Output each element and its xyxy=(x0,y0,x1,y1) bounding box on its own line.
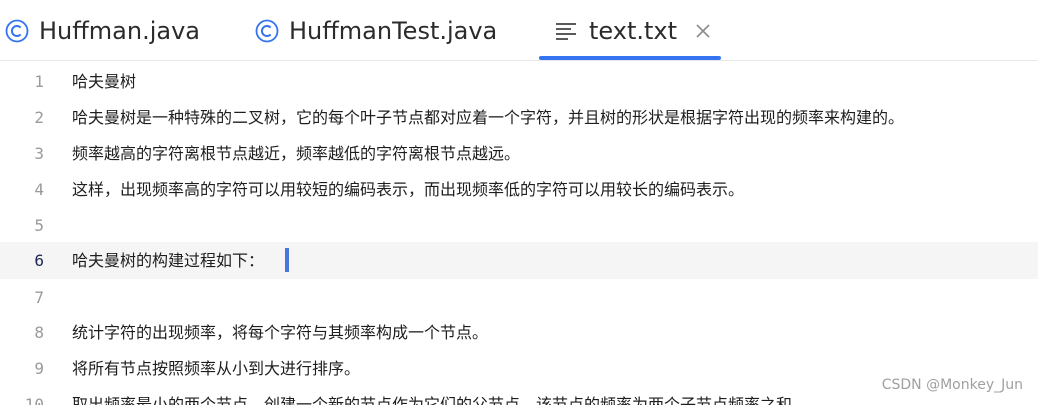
line-number: 5 xyxy=(34,216,44,235)
line-number: 7 xyxy=(34,288,44,307)
tab-label: Huffman.java xyxy=(39,16,201,45)
active-tab-indicator xyxy=(539,56,721,60)
text-editor[interactable]: 1 哈夫曼树 2 哈夫曼树是一种特殊的二叉树，它的每个叶子节点都对应着一个字符，… xyxy=(0,61,1038,405)
java-class-icon xyxy=(5,19,29,43)
line-number: 2 xyxy=(34,108,44,127)
line-text: 取出频率最小的两个节点，创建一个新的节点作为它们的父节点，该节点的频率为两个子节… xyxy=(72,395,809,405)
line-text: 哈夫曼树是一种特殊的二叉树，它的每个叶子节点都对应着一个字符，并且树的形状是根据… xyxy=(72,108,905,127)
text-caret xyxy=(285,248,289,272)
line-number: 3 xyxy=(34,144,44,163)
editor-line: 3 频率越高的字符离根节点越近，频率越低的字符离根节点越远。 xyxy=(0,135,1038,172)
line-text: 哈夫曼树的构建过程如下： xyxy=(72,251,265,270)
tab-text-txt[interactable]: text.txt xyxy=(555,0,711,61)
line-number: 1 xyxy=(34,72,44,91)
editor-line: 2 哈夫曼树是一种特殊的二叉树，它的每个叶子节点都对应着一个字符，并且树的形状是… xyxy=(0,99,1038,136)
editor-line: 4 这样，出现频率高的字符可以用较短的编码表示，而出现频率低的字符可以用较长的编… xyxy=(0,171,1038,208)
line-text: 哈夫曼树 xyxy=(72,72,137,91)
line-text: 这样，出现频率高的字符可以用较短的编码表示，而出现频率低的字符可以用较长的编码表… xyxy=(72,180,745,199)
editor-line: 7 xyxy=(0,279,1038,316)
editor-line: 1 哈夫曼树 xyxy=(0,63,1038,100)
watermark: CSDN @Monkey_Jun xyxy=(881,377,1023,393)
line-number: 10 xyxy=(24,395,44,405)
line-number: 9 xyxy=(34,359,44,378)
editor-line: 8 统计字符的出现频率，将每个字符与其频率构成一个节点。 xyxy=(0,314,1038,351)
line-text: 频率越高的字符离根节点越近，频率越低的字符离根节点越远。 xyxy=(72,144,521,163)
close-icon[interactable] xyxy=(695,23,711,39)
text-file-icon xyxy=(555,20,577,42)
line-number: 6 xyxy=(34,251,44,270)
line-text: 统计字符的出现频率，将每个字符与其频率构成一个节点。 xyxy=(72,323,489,342)
java-class-icon xyxy=(255,19,279,43)
tab-label: text.txt xyxy=(589,16,678,45)
tab-huffmantest-java[interactable]: HuffmanTest.java xyxy=(255,0,497,61)
line-number: 8 xyxy=(34,323,44,342)
tab-label: HuffmanTest.java xyxy=(289,16,498,45)
editor-tab-bar: Huffman.java HuffmanTest.java text.txt xyxy=(0,0,1038,61)
line-text: 将所有节点按照频率从小到大进行排序。 xyxy=(72,359,361,378)
editor-line: 5 xyxy=(0,207,1038,244)
tab-huffman-java[interactable]: Huffman.java xyxy=(5,0,200,61)
editor-line-current: 6 哈夫曼树的构建过程如下： xyxy=(0,242,1038,279)
line-number: 4 xyxy=(34,180,44,199)
